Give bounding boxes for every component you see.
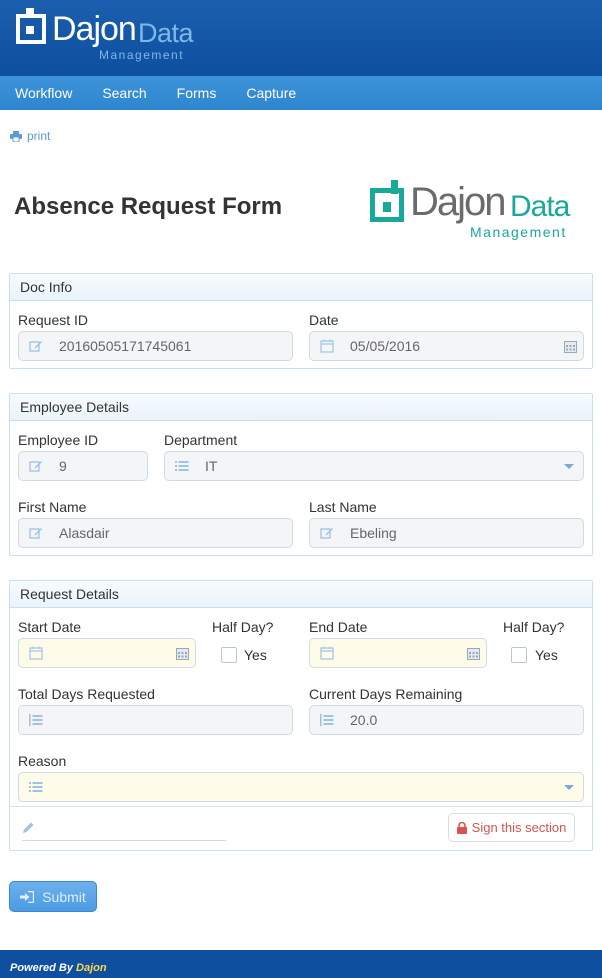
date-field[interactable]: 05/05/2016: [309, 331, 584, 361]
end-half-day-label: Half Day?: [503, 619, 565, 635]
last-name-label: Last Name: [309, 499, 377, 515]
last-name-field[interactable]: Ebeling: [309, 518, 584, 548]
calendar-icon: [29, 646, 43, 660]
first-name-field[interactable]: Alasdair: [18, 518, 293, 548]
request-details-panel: Request Details Start Date Half Day? Yes…: [9, 580, 593, 851]
reason-label: Reason: [18, 753, 67, 769]
brand-text-accent: Data: [510, 190, 570, 223]
employee-id-value: 9: [59, 458, 67, 474]
remaining-days-label: Current Days Remaining: [309, 686, 463, 702]
first-name-label: First Name: [18, 499, 87, 515]
department-value: IT: [205, 458, 218, 474]
chevron-down-icon[interactable]: [564, 785, 574, 790]
end-half-day-checkbox[interactable]: [511, 647, 527, 663]
calendar-picker-icon[interactable]: [467, 647, 480, 660]
end-date-field[interactable]: [309, 638, 487, 668]
edit-icon: [29, 528, 42, 539]
total-days-field[interactable]: [18, 705, 293, 735]
lock-icon: [456, 821, 467, 834]
brand-text-sub: Management: [470, 224, 567, 240]
doc-info-panel: Doc Info Request ID 20160505171745061 Da…: [9, 273, 593, 369]
edit-icon: [29, 461, 42, 472]
numbered-list-icon: [320, 714, 334, 726]
calendar-picker-icon[interactable]: [564, 340, 577, 353]
employee-details-heading: Employee Details: [10, 394, 592, 421]
submit-label: Submit: [42, 888, 86, 905]
powered-by-label: Powered By: [10, 962, 73, 974]
logo-mark-icon: [16, 8, 46, 44]
nav-item-forms[interactable]: Forms: [162, 76, 232, 110]
list-icon: [29, 782, 43, 792]
nav-item-capture[interactable]: Capture: [231, 76, 311, 110]
edit-icon: [320, 528, 333, 539]
calendar-picker-icon[interactable]: [176, 647, 189, 660]
sign-in-icon: [20, 890, 35, 903]
page-footer: Powered By Dajon: [0, 950, 602, 978]
remaining-days-value: 20.0: [350, 712, 378, 728]
list-icon: [175, 461, 189, 471]
employee-id-label: Employee ID: [18, 432, 99, 448]
brand-text-main: Dajon: [410, 180, 507, 224]
edit-icon: [29, 341, 42, 352]
logo-text-sub: Management: [99, 48, 185, 62]
print-link[interactable]: print: [10, 129, 50, 143]
sign-section-label: Sign this section: [471, 820, 567, 835]
request-id-label: Request ID: [18, 312, 89, 328]
logo-text-accent: Data: [138, 18, 194, 48]
form-title: Absence Request Form: [14, 193, 283, 220]
logo-text-main: Dajon: [52, 10, 137, 48]
start-half-day-yes-label[interactable]: Yes: [244, 647, 267, 663]
start-date-label: Start Date: [18, 619, 82, 635]
end-half-day-yes-label[interactable]: Yes: [535, 647, 558, 663]
start-half-day-label: Half Day?: [212, 619, 274, 635]
main-nav: Workflow Search Forms Capture: [0, 76, 602, 110]
last-name-value: Ebeling: [350, 525, 397, 541]
end-date-label: End Date: [309, 619, 368, 635]
nav-item-search[interactable]: Search: [87, 76, 161, 110]
date-label: Date: [309, 312, 339, 328]
signature-line[interactable]: [22, 840, 226, 841]
print-label: print: [27, 129, 51, 143]
printer-icon: [10, 130, 22, 142]
employee-details-panel: Employee Details Employee ID 9 Departmen…: [9, 393, 593, 556]
request-id-value: 20160505171745061: [59, 338, 192, 354]
submit-button[interactable]: Submit: [9, 881, 97, 912]
request-id-field[interactable]: 20160505171745061: [18, 331, 293, 361]
first-name-value: Alasdair: [59, 525, 110, 541]
brand-mark-icon: [370, 180, 404, 222]
calendar-icon: [320, 339, 334, 353]
total-days-label: Total Days Requested: [18, 686, 155, 702]
calendar-icon: [320, 646, 334, 660]
dajon-logo[interactable]: Dajon Data Management: [16, 8, 196, 64]
doc-info-heading: Doc Info: [10, 274, 592, 301]
chevron-down-icon[interactable]: [564, 464, 574, 469]
nav-item-workflow[interactable]: Workflow: [0, 76, 87, 110]
signature-row: Sign this section: [10, 806, 592, 848]
brand-logo: Dajon Data Management: [370, 180, 585, 242]
powered-by-brand[interactable]: Dajon: [76, 962, 107, 974]
department-label: Department: [164, 432, 238, 448]
start-date-field[interactable]: [18, 638, 196, 668]
request-details-heading: Request Details: [10, 581, 592, 608]
employee-id-field[interactable]: 9: [18, 451, 148, 481]
app-header: Dajon Data Management: [0, 0, 602, 76]
department-select[interactable]: IT: [164, 451, 584, 481]
numbered-list-icon: [29, 714, 43, 726]
pencil-icon: [23, 822, 34, 833]
reason-select[interactable]: [18, 772, 584, 802]
date-value: 05/05/2016: [350, 338, 421, 354]
start-half-day-checkbox[interactable]: [221, 647, 237, 663]
sign-section-button[interactable]: Sign this section: [448, 813, 575, 842]
remaining-days-field[interactable]: 20.0: [309, 705, 584, 735]
